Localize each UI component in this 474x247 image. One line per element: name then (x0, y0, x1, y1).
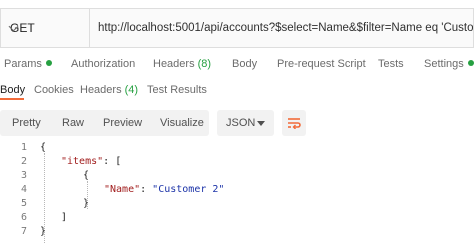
request-bar: GET http://localhost:5001/api/accounts?$… (0, 8, 474, 48)
tab-label: Body (0, 84, 26, 96)
view-visualize-button[interactable]: Visualize (160, 117, 204, 129)
code-line: 5 } (0, 198, 474, 212)
tab-label: Tests (378, 58, 404, 70)
code-line: 6 ] (0, 212, 474, 226)
code-text: ] (61, 212, 68, 223)
code-line: 7 } (0, 226, 474, 240)
tab-headers[interactable]: Headers (8) (153, 58, 211, 70)
tab-params[interactable]: Params (4, 58, 52, 70)
view-mode-group: Pretty Raw Preview Visualize (0, 110, 209, 136)
tab-label: Settings (424, 58, 464, 70)
response-view-toolbar: Pretty Raw Preview Visualize JSON (0, 110, 474, 136)
request-tabs: Params Authorization Headers (8) Body Pr… (0, 52, 474, 76)
line-number: 2 (20, 156, 27, 167)
code-text: { (83, 170, 90, 181)
tab-test-results[interactable]: Test Results (147, 84, 207, 96)
tab-response-cookies[interactable]: Cookies (34, 84, 74, 96)
line-number: 1 (20, 142, 27, 153)
code-text: } (83, 198, 90, 209)
tab-body[interactable]: Body (232, 58, 257, 70)
tab-label: Params (4, 58, 42, 70)
code-punct: : (140, 184, 153, 195)
tab-label: Headers (153, 58, 195, 70)
tab-label: Pre-request Script (277, 58, 366, 70)
line-number: 7 (20, 226, 27, 237)
format-label: JSON (226, 117, 256, 129)
tab-response-body[interactable]: Body (0, 84, 25, 96)
url-input[interactable]: http://localhost:5001/api/accounts?$sele… (89, 8, 474, 48)
response-body-editor[interactable]: 1 { 2 "items": [ 3 { 4 "Name": "Customer… (0, 142, 474, 247)
caret-down-icon (257, 121, 265, 126)
code-punct: : [ (103, 156, 122, 167)
line-number: 3 (20, 170, 27, 181)
format-select[interactable]: JSON (217, 110, 274, 136)
active-tab-underline (0, 98, 24, 100)
code-text: { (40, 142, 47, 153)
method-select[interactable]: GET (0, 8, 89, 48)
wrap-lines-button[interactable] (282, 110, 306, 136)
tab-tests[interactable]: Tests (378, 58, 404, 70)
line-number: 4 (20, 184, 27, 195)
tab-authorization[interactable]: Authorization (71, 58, 135, 70)
code-line: 3 { (0, 170, 474, 184)
response-headers-count: (4) (124, 84, 139, 96)
tab-label: Body (232, 58, 258, 70)
code-text: } (40, 226, 47, 237)
code-line: 2 "items": [ (0, 156, 474, 170)
tab-label: Cookies (34, 84, 74, 96)
tab-response-headers[interactable]: Headers (4) (80, 84, 138, 96)
json-key: "items" (61, 156, 104, 167)
view-pretty-button[interactable]: Pretty (12, 117, 41, 129)
response-tabs: Body Cookies Headers (4) Test Results (0, 80, 474, 100)
wrap-lines-icon (288, 118, 301, 129)
tab-label: Test Results (147, 84, 207, 96)
headers-count: (8) (197, 58, 212, 70)
view-raw-button[interactable]: Raw (62, 117, 84, 129)
tab-pre-request-script[interactable]: Pre-request Script (277, 58, 366, 70)
params-indicator-dot (45, 60, 52, 66)
tab-label: Headers (80, 84, 122, 96)
settings-indicator-dot (467, 60, 474, 66)
tab-label: Authorization (71, 58, 136, 70)
code-line: 4 "Name": "Customer 2" (0, 184, 474, 198)
tab-settings[interactable]: Settings (424, 58, 474, 70)
json-key: "Name" (104, 184, 141, 195)
json-string-value: "Customer 2" (152, 184, 225, 195)
line-number: 5 (20, 198, 27, 209)
view-preview-button[interactable]: Preview (103, 117, 142, 129)
code-line: 1 { (0, 142, 474, 156)
line-number: 6 (20, 212, 27, 223)
